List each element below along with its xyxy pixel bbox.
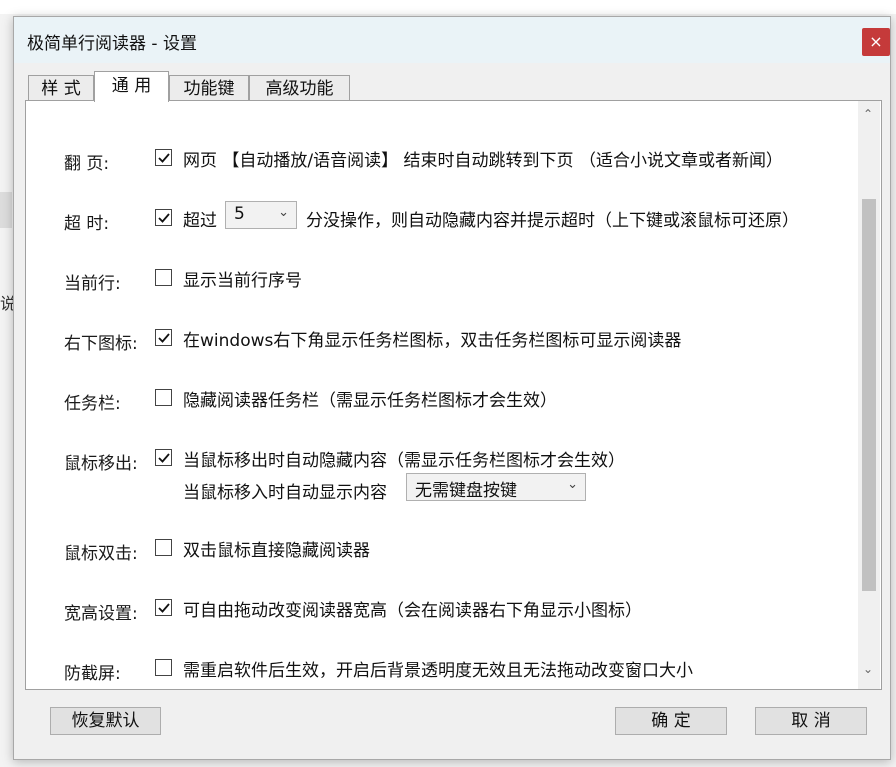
background-left-strip [0, 192, 12, 228]
dialog-client: 样 式 通 用 功能键 高级功能 翻 页: 网页 【自动播放/语音阅读】 结束时… [23, 69, 883, 749]
setting-label: 鼠标双击: [64, 544, 138, 564]
page-turn-checkbox[interactable] [155, 149, 172, 166]
setting-text: 当鼠标移出时自动隐藏内容（需显示任务栏图标才会生效） [183, 451, 625, 471]
check-icon [158, 603, 170, 613]
setting-text-after: 分没操作，则自动隐藏内容并提示超时（上下键或滚鼠标可还原） [306, 211, 799, 231]
title-bar[interactable]: 极简单行阅读器 - 设置 × [14, 17, 890, 63]
resize-checkbox[interactable] [155, 599, 172, 616]
setting-label: 翻 页: [64, 154, 110, 174]
setting-text: 双击鼠标直接隐藏阅读器 [183, 541, 370, 561]
close-button[interactable]: × [862, 28, 890, 56]
scrollbar-thumb[interactable] [862, 199, 876, 591]
setting-text: 在windows右下角显示任务栏图标，双击任务栏图标可显示阅读器 [183, 331, 682, 351]
setting-text: 可自由拖动改变阅读器宽高（会在阅读器右下角显示小图标） [183, 601, 642, 621]
setting-label: 当前行: [64, 274, 121, 294]
mouse-in-key-select[interactable]: 无需键盘按键 ⌄ [406, 473, 586, 501]
close-icon: × [869, 32, 883, 51]
select-value: 5 [234, 204, 245, 224]
tab-advanced[interactable]: 高级功能 [249, 75, 350, 101]
tab-general[interactable]: 通 用 [94, 71, 169, 102]
select-value: 无需键盘按键 [415, 481, 517, 501]
cancel-button[interactable]: 取 消 [755, 707, 867, 735]
check-icon [158, 153, 170, 163]
taskbar-checkbox[interactable] [155, 389, 172, 406]
setting-text: 需重启软件后生效，开启后背景透明度无效且无法拖动改变窗口大小 [183, 661, 693, 681]
check-icon [158, 333, 170, 343]
setting-label: 宽高设置: [64, 604, 138, 624]
timeout-checkbox[interactable] [155, 209, 172, 226]
tab-hotkeys[interactable]: 功能键 [169, 75, 249, 101]
setting-label: 超 时: [64, 214, 110, 234]
ok-button[interactable]: 确 定 [615, 707, 727, 735]
anti-capture-checkbox[interactable] [155, 659, 172, 676]
setting-text: 隐藏阅读器任务栏（需显示任务栏图标才会生效） [183, 391, 557, 411]
tab-style[interactable]: 样 式 [28, 75, 94, 101]
setting-label: 鼠标移出: [64, 454, 138, 474]
chevron-down-icon: ⌄ [278, 205, 289, 220]
background-top [0, 0, 896, 14]
setting-sub-text: 当鼠标移入时自动显示内容 [183, 483, 387, 503]
setting-label: 任务栏: [64, 394, 121, 414]
chevron-down-icon: ⌄ [567, 477, 578, 492]
check-icon [158, 453, 170, 463]
vertical-scrollbar[interactable]: ⌃ ⌄ [858, 101, 880, 689]
window-title: 极简单行阅读器 - 设置 [27, 34, 197, 54]
setting-text-before: 超过 [183, 211, 217, 231]
check-icon [158, 213, 170, 223]
current-line-checkbox[interactable] [155, 269, 172, 286]
setting-text: 显示当前行序号 [183, 271, 302, 291]
setting-label: 右下图标: [64, 334, 138, 354]
restore-default-button[interactable]: 恢复默认 [50, 707, 161, 735]
chevron-up-icon[interactable]: ⌃ [863, 107, 873, 121]
mouse-out-checkbox[interactable] [155, 449, 172, 466]
general-settings-panel: 翻 页: 网页 【自动播放/语音阅读】 结束时自动跳转到下页 （适合小说文章或者… [25, 100, 882, 690]
tray-icon-checkbox[interactable] [155, 329, 172, 346]
timeout-minutes-select[interactable]: 5 ⌄ [225, 201, 297, 229]
chevron-down-icon[interactable]: ⌄ [863, 662, 873, 676]
setting-label: 防截屏: [64, 664, 121, 684]
settings-dialog: 极简单行阅读器 - 设置 × 样 式 通 用 功能键 高级功能 翻 页: 网页 … [13, 16, 891, 760]
setting-text: 网页 【自动播放/语音阅读】 结束时自动跳转到下页 （适合小说文章或者新闻） [183, 151, 783, 171]
double-click-checkbox[interactable] [155, 539, 172, 556]
